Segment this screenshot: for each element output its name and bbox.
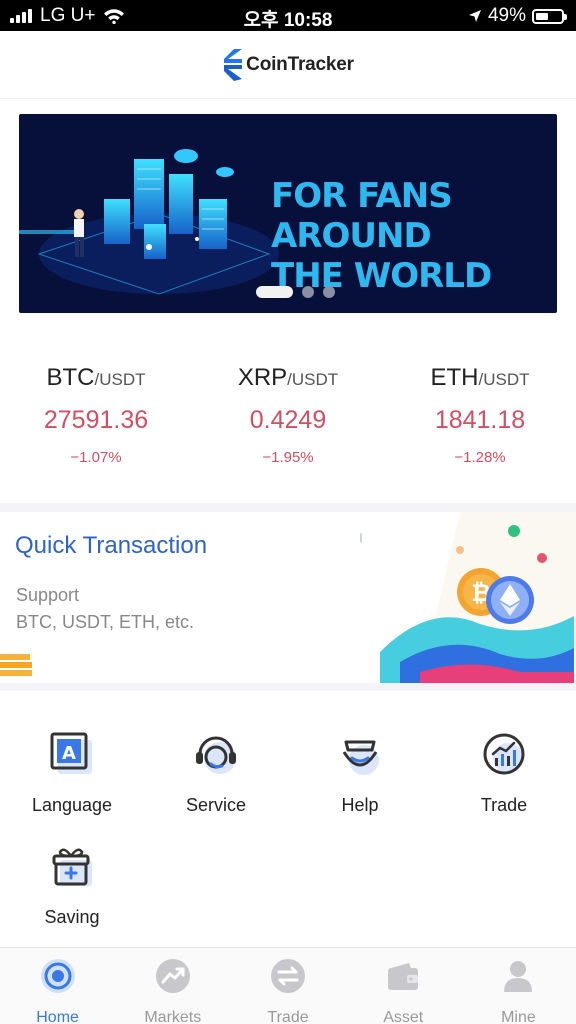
markets-icon <box>155 959 190 993</box>
nav-label: Trade <box>267 1009 309 1024</box>
help-icon <box>342 740 379 775</box>
feature-label: Saving <box>44 907 100 927</box>
feature-trade[interactable]: Trade <box>432 730 576 816</box>
ticker-eth[interactable]: ETH/USDT 1841.18 −1.28% <box>384 330 576 500</box>
data-center-illustration <box>19 149 279 295</box>
ticker-price: 1841.18 <box>434 406 526 434</box>
nav-asset[interactable]: Asset <box>346 948 461 1024</box>
feature-label: Help <box>341 795 379 815</box>
battery-percent: 49% <box>487 5 526 26</box>
market-tickers: BTC/USDT 27591.36 −1.07% XRP/USDT 0.4249… <box>0 330 576 500</box>
ticker-quote: /USDT <box>287 370 339 389</box>
logo-text: CoinTracker <box>246 53 354 75</box>
carousel-dot[interactable] <box>323 286 335 298</box>
status-right: 49% <box>468 5 567 27</box>
crypto-coins-illustration: ₿ <box>360 512 576 683</box>
ticker-quote: /USDT <box>94 370 146 389</box>
ticker-base: XRP <box>237 364 288 391</box>
ticker-quote: /USDT <box>478 370 530 389</box>
ticker-pair: BTC/USDT <box>0 364 192 392</box>
cointracker-logo-icon <box>224 48 243 81</box>
home-icon <box>40 959 75 993</box>
ticker-base: ETH <box>430 364 479 391</box>
feature-help[interactable]: Help <box>288 730 432 816</box>
quick-transaction-title: Quick Transaction <box>15 532 208 559</box>
quick-transaction-card[interactable]: Quick Transaction Support BTC, USDT, ETH… <box>0 512 576 683</box>
nav-markets[interactable]: Markets <box>115 948 230 1024</box>
headset-icon <box>196 736 236 774</box>
feature-language[interactable]: A Language <box>0 730 144 816</box>
nav-label: Home <box>36 1009 79 1024</box>
ticker-xrp[interactable]: XRP/USDT 0.4249 −1.95% <box>192 330 384 500</box>
trade-icon <box>271 959 305 993</box>
nav-label: Markets <box>144 1009 202 1024</box>
nav-home[interactable]: Home <box>0 948 115 1024</box>
feature-saving[interactable]: Saving <box>0 842 144 928</box>
user-icon <box>504 961 533 992</box>
section-divider <box>0 683 576 691</box>
ticker-price: 27591.36 <box>43 406 149 434</box>
feature-service[interactable]: Service <box>144 730 288 816</box>
promo-banner[interactable]: FOR FANS AROUND THE WORLD <box>19 114 557 313</box>
feature-label: Service <box>185 795 247 815</box>
banner-headline-line1: FOR FANS AROUND <box>271 176 453 256</box>
location-arrow-icon <box>468 10 481 22</box>
nav-trade[interactable]: Trade <box>230 948 345 1024</box>
feature-label: Language <box>31 795 113 815</box>
svg-text:A: A <box>62 743 76 764</box>
ticker-pair: XRP/USDT <box>192 364 384 392</box>
gold-bars-icon <box>0 654 32 676</box>
banner-headline: FOR FANS AROUND THE WORLD <box>271 176 551 296</box>
ticker-change: −1.07% <box>70 449 122 466</box>
ticker-change: −1.28% <box>454 449 506 466</box>
ticker-pair: ETH/USDT <box>384 364 576 392</box>
ticker-base: BTC <box>46 364 95 391</box>
gift-icon <box>52 848 92 886</box>
battery-icon <box>532 8 567 24</box>
ticker-price: 0.4249 <box>249 406 327 434</box>
quick-subtitle-line1: Support <box>16 585 80 605</box>
nav-label: Asset <box>383 1009 424 1024</box>
carousel-dot[interactable] <box>302 286 314 298</box>
section-divider <box>0 503 576 512</box>
nav-label: Mine <box>501 1009 536 1024</box>
bottom-nav: Home Markets Trade Asset Mine <box>0 947 576 1024</box>
quick-subtitle-line2: BTC, USDT, ETH, etc. <box>16 612 195 632</box>
ticker-btc[interactable]: BTC/USDT 27591.36 −1.07% <box>0 330 192 500</box>
carousel-indicator[interactable] <box>19 286 557 298</box>
wallet-icon <box>388 963 419 990</box>
language-icon: A <box>50 732 92 774</box>
feature-label: Trade <box>480 795 528 815</box>
trade-chart-icon <box>483 733 525 775</box>
battery-fill <box>536 12 548 20</box>
status-bar: LG U+ 오후 10:58 49% <box>0 0 576 31</box>
ticker-change: −1.95% <box>262 449 314 466</box>
quick-transaction-subtitle: Support BTC, USDT, ETH, etc. <box>16 582 194 636</box>
nav-mine[interactable]: Mine <box>461 948 576 1024</box>
app-header: CoinTracker <box>0 31 576 99</box>
carousel-dot[interactable] <box>256 286 293 298</box>
